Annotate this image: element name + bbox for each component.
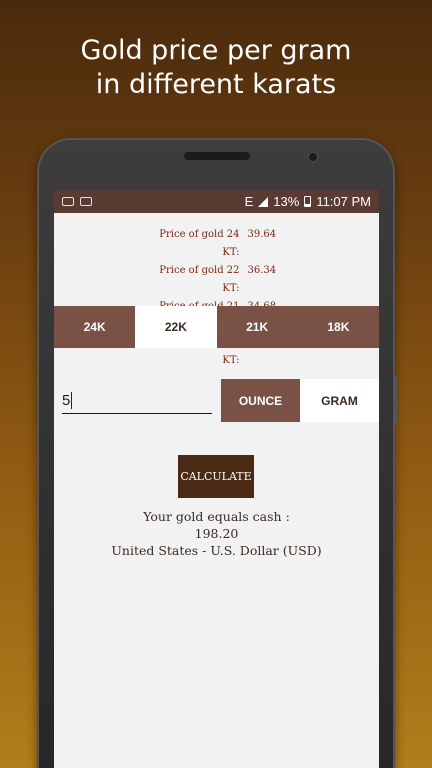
promo-headline: Gold price per gram in different karats [0,34,432,102]
tab-18k[interactable]: 18K [298,306,379,348]
image-icon [80,197,92,206]
result-currency: United States - U.S. Dollar (USD) [111,543,322,558]
phone-frame: E 13% 11:07 PM Price of gold 24 KT: 39.6… [37,138,397,768]
price-value: 39.64 [247,229,277,240]
notification-icon [62,197,74,206]
app-screen: E 13% 11:07 PM Price of gold 24 KT: 39.6… [54,190,379,768]
karat-tab-bar: 24K 22K 21K 18K [54,306,379,348]
ounce-button[interactable]: OUNCE [221,379,300,422]
gold-price-list: Price of gold 24 KT: 39.64 Price of gold… [54,226,379,370]
price-row: Price of gold 24 KT: 39.64 [154,226,280,262]
result-heading: Your gold equals cash : [143,509,290,524]
status-bar: E 13% 11:07 PM [54,190,379,213]
phone-speaker [184,152,250,160]
signal-icon [258,196,269,207]
promo-headline-line2: in different karats [95,69,337,100]
result-amount: 198.20 [194,526,239,541]
price-label: Price of gold 22 KT: [159,265,240,294]
price-value: 36.34 [247,265,277,276]
battery-icon [304,196,312,207]
amount-input-value: 5 [62,392,71,409]
network-type-label: E [244,194,254,209]
gram-button[interactable]: GRAM [300,379,379,422]
calculate-button[interactable]: CALCULATE [178,455,254,498]
amount-input[interactable]: 5 [62,386,212,414]
text-caret [71,392,73,409]
phone-side-button [393,376,397,426]
tab-24k[interactable]: 24K [54,306,135,348]
tab-22k[interactable]: 22K [135,306,217,348]
status-time: 11:07 PM [316,194,371,209]
phone-camera [307,151,319,163]
price-row: Price of gold 22 KT: 36.34 [154,262,280,298]
result-panel: Your gold equals cash : 198.20 United St… [54,508,379,559]
price-label: Price of gold 24 KT: [159,229,240,258]
tab-21k[interactable]: 21K [217,306,298,348]
promo-headline-line1: Gold price per gram [80,35,352,66]
battery-percent: 13% [273,194,300,209]
